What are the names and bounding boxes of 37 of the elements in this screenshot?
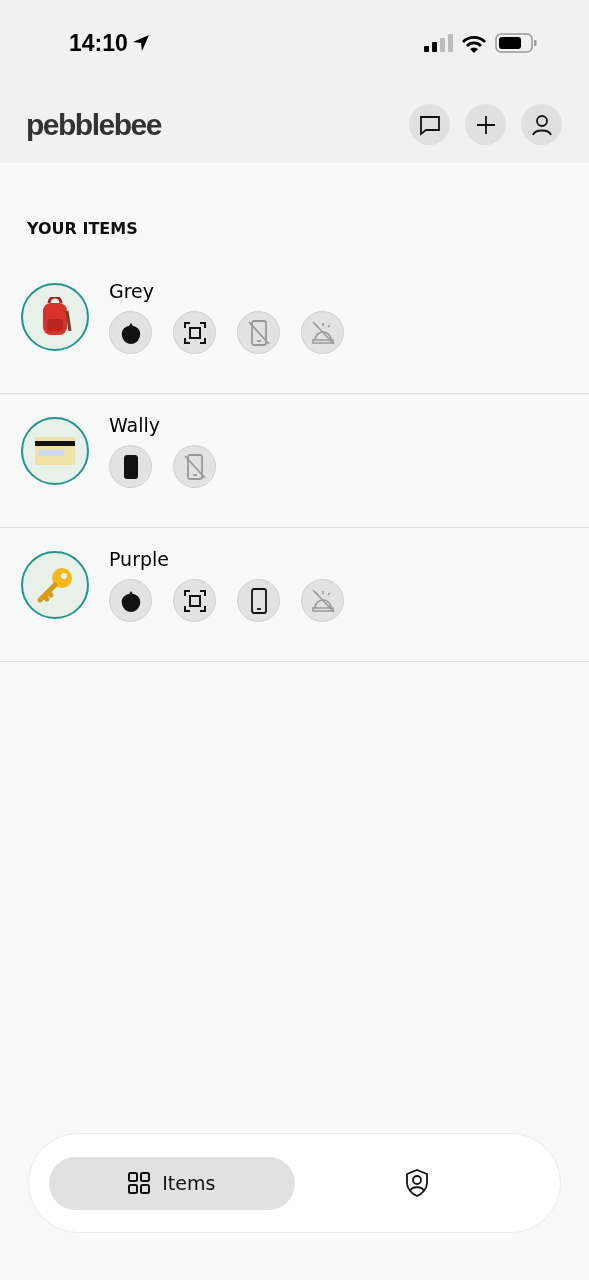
location-arrow-icon — [131, 34, 150, 52]
plus-icon — [475, 114, 496, 135]
item-name: Grey — [109, 280, 156, 302]
chat-icon — [418, 113, 441, 136]
app-logo: pebblebee — [26, 107, 161, 142]
profile-button[interactable] — [521, 104, 562, 145]
scan-icon — [183, 589, 206, 612]
item-name: Wally — [109, 414, 162, 436]
feature-indicator[interactable] — [109, 445, 152, 488]
section-title: YOUR ITEMS — [27, 219, 138, 238]
feature-indicator[interactable] — [109, 311, 152, 354]
wifi-icon — [461, 33, 487, 53]
feature-indicator[interactable] — [173, 579, 216, 622]
item-row[interactable]: Grey — [0, 260, 589, 394]
phone-off-icon — [247, 319, 270, 346]
shield-user-icon — [405, 1169, 430, 1197]
feature-indicator[interactable] — [173, 311, 216, 354]
feature-indicator[interactable] — [109, 579, 152, 622]
item-name: Purple — [109, 548, 170, 570]
key-icon — [36, 566, 74, 604]
scan-icon — [183, 321, 206, 344]
alarm-off-icon — [309, 320, 336, 345]
grid-icon — [128, 1172, 151, 1194]
phone-icon — [122, 453, 139, 480]
alarm-off-icon — [309, 588, 336, 613]
signal-icon — [424, 34, 453, 52]
card-icon — [35, 437, 75, 465]
item-row[interactable]: Wally — [0, 394, 589, 528]
feature-indicator[interactable] — [237, 579, 280, 622]
phone-off-icon — [183, 453, 206, 480]
item-row[interactable]: Purple — [0, 528, 589, 662]
user-icon — [530, 113, 553, 136]
chat-button[interactable] — [409, 104, 450, 145]
battery-icon — [495, 33, 537, 53]
status-time: 14:10 — [69, 29, 128, 57]
add-button[interactable] — [465, 104, 506, 145]
nav-tab[interactable]: Items — [49, 1156, 295, 1210]
